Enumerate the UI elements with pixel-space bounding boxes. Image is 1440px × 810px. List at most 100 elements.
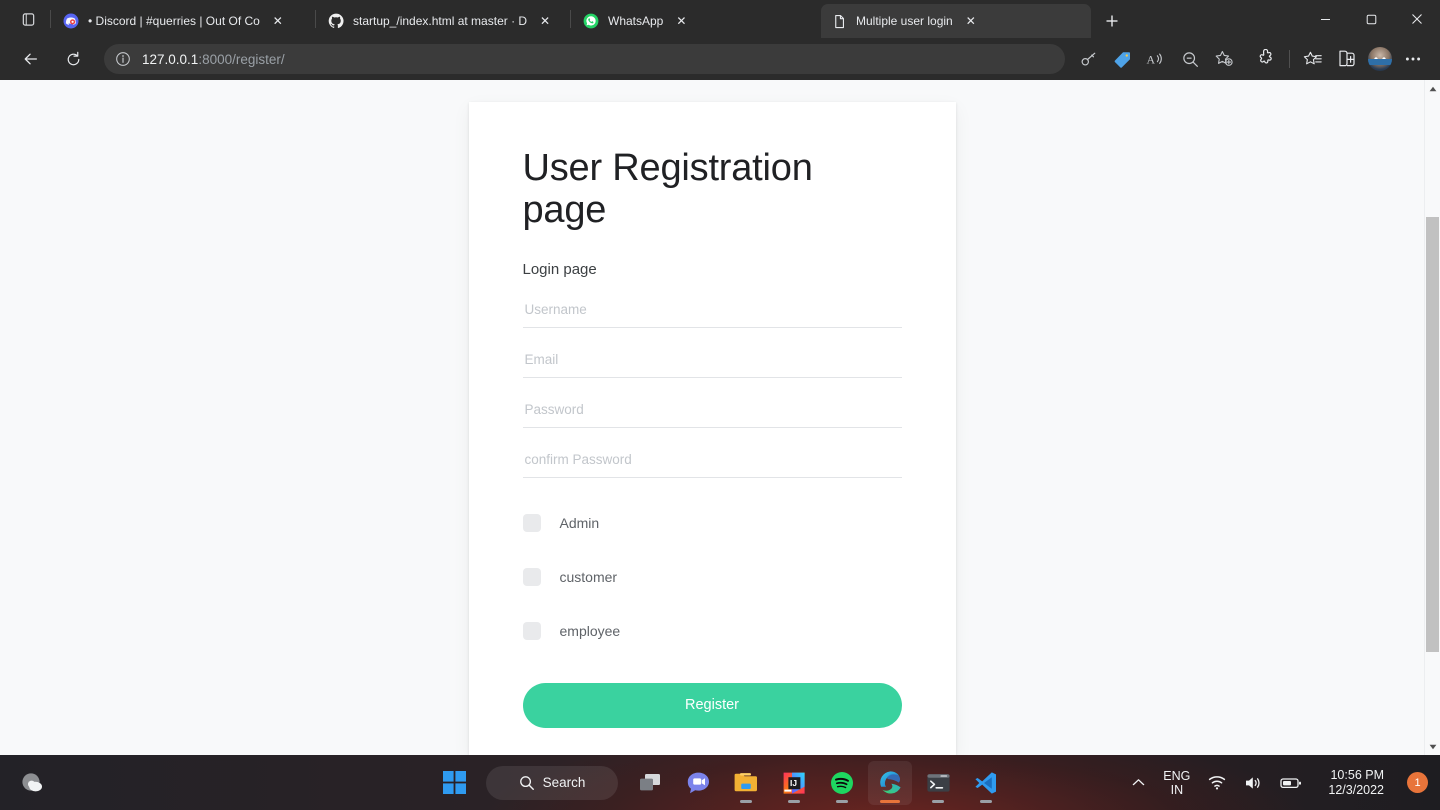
scroll-down-button[interactable] xyxy=(1425,738,1440,755)
browser-tab-discord[interactable]: • Discord | #querries | Out Of Co ✕ xyxy=(53,4,313,38)
settings-more-button[interactable] xyxy=(1398,44,1428,74)
read-aloud-button[interactable]: A xyxy=(1141,44,1171,74)
taskbar-search[interactable]: Search xyxy=(486,765,618,800)
page-scrollbar[interactable] xyxy=(1424,80,1440,755)
tab-strip: • Discord | #querries | Out Of Co ✕ star… xyxy=(0,0,1440,38)
profile-avatar[interactable] xyxy=(1368,47,1392,71)
url-path: :8000/register/ xyxy=(198,51,285,67)
scrollbar-thumb[interactable] xyxy=(1425,217,1439,652)
chevron-down-icon xyxy=(1429,744,1436,749)
weather-widget[interactable] xyxy=(10,755,56,810)
collections-button[interactable] xyxy=(1332,44,1362,74)
taskbar-item-task-view[interactable] xyxy=(628,761,672,805)
tab-close-button[interactable]: ✕ xyxy=(671,11,691,31)
notification-badge[interactable]: 1 xyxy=(1407,772,1428,793)
tab-divider xyxy=(315,10,316,28)
taskbar-item-spotify[interactable] xyxy=(820,761,864,805)
info-icon[interactable] xyxy=(110,46,136,72)
windows-logo-icon xyxy=(442,771,466,794)
customer-checkbox-label: customer xyxy=(559,568,618,585)
username-input[interactable] xyxy=(522,295,902,328)
back-button[interactable] xyxy=(15,43,47,75)
close-icon xyxy=(1412,14,1422,24)
password-key-button[interactable] xyxy=(1073,44,1103,74)
browser-window: • Discord | #querries | Out Of Co ✕ star… xyxy=(0,0,1440,755)
shopping-tag-button[interactable] xyxy=(1107,44,1137,74)
address-bar-text: 127.0.0.1:8000/register/ xyxy=(142,52,285,67)
password-key-icon xyxy=(1081,52,1095,66)
tab-close-button[interactable]: ✕ xyxy=(268,11,288,31)
system-tray: ENG IN 10:56 PM 12/3/2022 1 xyxy=(1125,755,1440,810)
checkbox-row-customer[interactable]: customer xyxy=(522,567,902,586)
file-explorer-icon xyxy=(734,773,757,792)
back-arrow-icon xyxy=(24,53,37,65)
taskbar-item-vs-code[interactable] xyxy=(964,761,1008,805)
checkbox-row-employee[interactable]: employee xyxy=(522,621,902,640)
scrollbar-track[interactable] xyxy=(1425,97,1440,738)
search-icon xyxy=(519,775,534,790)
tab-close-button[interactable]: ✕ xyxy=(961,11,981,31)
language-secondary: IN xyxy=(1170,782,1184,797)
page-viewport: User Registration page Login page Admin xyxy=(0,80,1440,755)
reload-button[interactable] xyxy=(57,43,89,75)
scroll-up-button[interactable] xyxy=(1425,80,1440,97)
page-subtitle: Login page xyxy=(522,260,597,278)
taskbar-item-file-explorer[interactable] xyxy=(724,761,768,805)
employee-checkbox-label: employee xyxy=(559,622,621,639)
add-favorite-icon xyxy=(1215,50,1233,66)
maximize-button[interactable] xyxy=(1348,0,1394,38)
password-field-wrapper xyxy=(522,395,902,428)
wifi-button[interactable] xyxy=(1201,763,1233,803)
battery-button[interactable] xyxy=(1273,763,1309,803)
employee-checkbox[interactable] xyxy=(522,621,541,640)
confirm-password-input[interactable] xyxy=(522,445,902,478)
taskbar-item-chat[interactable] xyxy=(676,761,720,805)
new-tab-button[interactable] xyxy=(1097,6,1127,36)
wifi-icon xyxy=(1209,776,1226,790)
favorites-list-button[interactable] xyxy=(1298,44,1328,74)
checkbox-row-admin[interactable]: Admin xyxy=(522,513,902,532)
close-window-button[interactable] xyxy=(1394,0,1440,38)
taskbar-item-microsoft-edge[interactable] xyxy=(868,760,912,805)
customer-checkbox[interactable] xyxy=(522,567,541,586)
browser-tab-whatsapp[interactable]: WhatsApp ✕ xyxy=(573,4,821,38)
tab-close-button[interactable]: ✕ xyxy=(535,11,555,31)
chevron-up-icon xyxy=(1133,779,1145,786)
toolbar-divider xyxy=(1289,50,1290,68)
register-button[interactable]: Register xyxy=(522,682,902,728)
browser-tab-github[interactable]: startup_/index.html at master · D ✕ xyxy=(318,4,568,38)
windows-taskbar: Search IJ ENG IN 10:56 PM 12/3/2022 1 xyxy=(0,755,1440,810)
password-input[interactable] xyxy=(522,395,902,428)
start-button[interactable] xyxy=(432,761,476,805)
language-indicator[interactable]: ENG IN xyxy=(1156,763,1197,803)
tab-divider xyxy=(50,10,51,28)
tab-title: Multiple user login xyxy=(856,14,953,28)
taskbar-item-terminal[interactable] xyxy=(916,761,960,805)
shopping-tag-icon xyxy=(1114,51,1130,68)
extensions-button[interactable] xyxy=(1251,44,1281,74)
tab-actions-button[interactable] xyxy=(8,0,48,38)
chevron-up-icon xyxy=(1429,86,1436,91)
read-aloud-icon: A xyxy=(1146,53,1162,67)
clock-widget[interactable]: 10:56 PM 12/3/2022 xyxy=(1313,763,1399,803)
whatsapp-icon xyxy=(583,13,599,29)
admin-checkbox[interactable] xyxy=(522,513,541,532)
reload-icon xyxy=(67,51,79,65)
add-favorite-button[interactable] xyxy=(1209,44,1239,74)
browser-tab-multiple-user-login[interactable]: Multiple user login ✕ xyxy=(821,4,1091,38)
battery-icon xyxy=(1280,777,1302,788)
volume-button[interactable] xyxy=(1237,763,1269,803)
toolbar-actions: A xyxy=(1071,44,1430,74)
zoom-out-button[interactable] xyxy=(1175,44,1205,74)
address-bar[interactable]: 127.0.0.1:8000/register/ xyxy=(104,44,1065,74)
tray-overflow-button[interactable] xyxy=(1125,763,1152,803)
navigation-bar: 127.0.0.1:8000/register/ A xyxy=(0,38,1440,80)
vs-code-icon xyxy=(975,771,996,794)
github-icon xyxy=(328,13,344,29)
tab-title: • Discord | #querries | Out Of Co xyxy=(88,14,260,28)
restore-icon xyxy=(1366,14,1376,24)
email-input[interactable] xyxy=(522,345,902,378)
taskbar-item-intellij-idea[interactable]: IJ xyxy=(772,761,816,805)
minimize-button[interactable] xyxy=(1302,0,1348,38)
tab-title: startup_/index.html at master · D xyxy=(353,14,528,28)
